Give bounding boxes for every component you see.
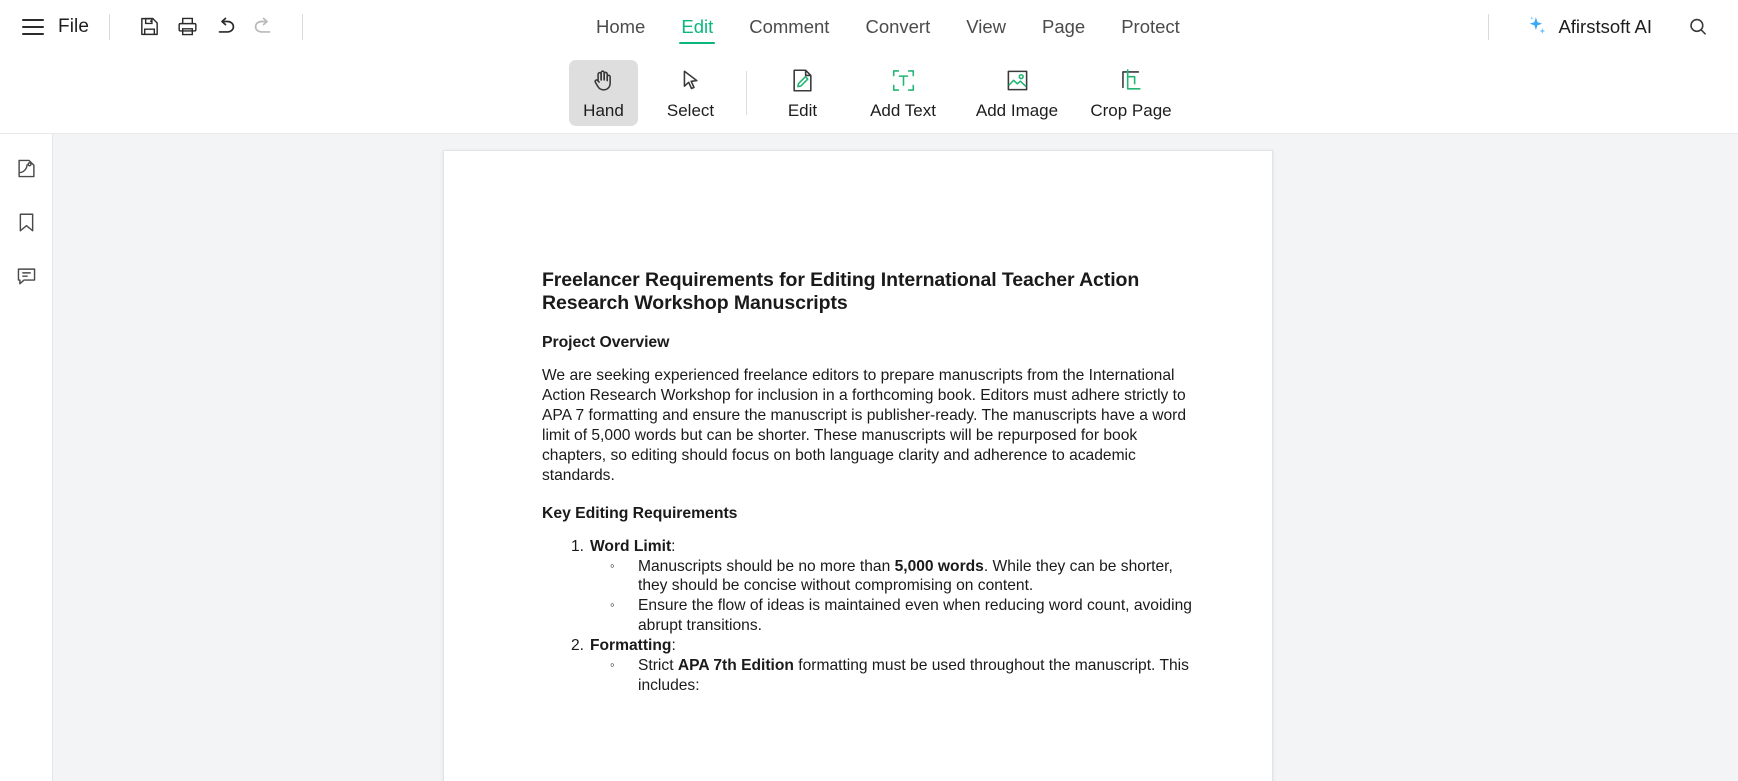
edit-toolbar: Hand Select Edit Add Text Add Image Crop… [0, 53, 1738, 134]
ai-label: Afirstsoft AI [1558, 15, 1652, 37]
divider [746, 71, 747, 115]
main-nav-tabs: Home Edit Comment Convert View Page Prot… [578, 0, 1198, 53]
file-menu-button[interactable]: File [58, 16, 89, 38]
edit-page-icon [789, 65, 816, 95]
tool-edit[interactable]: Edit [768, 60, 837, 126]
list-item-title: Word Limit [590, 537, 672, 555]
sub-list: ◦ Strict APA 7th Edition formatting must … [590, 656, 1204, 696]
list-number: 1. [570, 537, 584, 555]
doc-title: Freelancer Requirements for Editing Inte… [542, 269, 1140, 315]
tool-add-image[interactable]: Add Image [969, 60, 1065, 126]
add-image-icon [1004, 65, 1031, 95]
bullet-text-bold: 5,000 words [894, 557, 984, 575]
tab-convert[interactable]: Convert [847, 0, 948, 53]
tool-edit-label: Edit [787, 101, 818, 120]
sidebar-item-thumbnails[interactable] [8, 150, 44, 186]
tool-add-text[interactable]: Add Text [855, 60, 951, 126]
tool-add-image-label: Add Image [975, 101, 1059, 120]
crop-page-icon [1118, 65, 1145, 95]
bullet-text-pre: Strict [638, 656, 678, 674]
print-icon[interactable] [168, 8, 206, 46]
cursor-icon [677, 65, 704, 95]
heading-project-overview: Project Overview [542, 334, 670, 352]
tab-edit[interactable]: Edit [663, 0, 731, 53]
requirements-list: 1. Word Limit: ◦ Manuscripts should be no … [542, 537, 1204, 696]
tool-select-label: Select [666, 101, 715, 120]
tab-home[interactable]: Home [578, 0, 663, 53]
list-item: 1. Word Limit: ◦ Manuscripts should be no … [571, 537, 1204, 637]
tool-select[interactable]: Select [656, 60, 725, 126]
afirstsoft-ai-button[interactable]: Afirstsoft AI [1515, 10, 1660, 43]
list-item: ◦ Ensure the flow of ideas is maintained … [610, 596, 1204, 636]
header-left-group: File [0, 8, 323, 46]
tab-page[interactable]: Page [1024, 0, 1103, 53]
search-icon[interactable] [1682, 11, 1714, 43]
list-item: 2. Formatting: ◦ Strict APA 7th Edition fo… [571, 636, 1204, 696]
document-canvas[interactable]: Freelancer Requirements for Editing Inte… [53, 134, 1738, 781]
bullet-marker: ◦ [610, 597, 615, 613]
header-right-group: Afirstsoft AI [1468, 0, 1738, 53]
tool-hand-label: Hand [583, 101, 624, 120]
list-item-title: Formatting [590, 637, 672, 655]
tool-crop-page[interactable]: Crop Page [1083, 60, 1179, 126]
workspace: Freelancer Requirements for Editing Inte… [0, 134, 1738, 781]
tab-protect[interactable]: Protect [1103, 0, 1198, 53]
list-number: 2. [570, 637, 584, 655]
sparkle-icon [1523, 14, 1548, 39]
undo-icon[interactable] [206, 8, 244, 46]
redo-icon[interactable] [244, 8, 282, 46]
divider [302, 13, 304, 40]
heading-key-editing-requirements: Key Editing Requirements [542, 504, 738, 522]
bullet-text-bold: APA 7th Edition [677, 656, 794, 674]
tab-comment[interactable]: Comment [731, 0, 847, 53]
document-content: Freelancer Requirements for Editing Inte… [542, 269, 1204, 696]
tool-hand[interactable]: Hand [569, 60, 638, 126]
tool-group: Hand Select Edit Add Text Add Image Crop… [560, 53, 1188, 133]
hand-icon [590, 65, 617, 95]
page-1[interactable]: Freelancer Requirements for Editing Inte… [443, 150, 1273, 781]
list-item: ◦ Manuscripts should be no more than 5,00… [610, 557, 1204, 597]
hamburger-icon[interactable] [22, 18, 44, 35]
divider [109, 13, 111, 40]
list-item: ◦ Strict APA 7th Edition formatting must … [610, 656, 1204, 696]
sidebar-item-bookmarks[interactable] [8, 204, 44, 240]
save-icon[interactable] [130, 8, 168, 46]
sub-list: ◦ Manuscripts should be no more than 5,00… [590, 557, 1204, 637]
sidebar-item-comments[interactable] [8, 258, 44, 294]
app-header: File Home Edit Comment Convert View Page… [0, 0, 1738, 53]
bullet-marker: ◦ [610, 557, 615, 573]
tool-add-text-label: Add Text [870, 101, 936, 120]
add-text-icon [890, 65, 917, 95]
bullet-text-pre: Ensure the flow of ideas is maintained e… [638, 597, 1192, 635]
bullet-text-pre: Manuscripts should be no more than [638, 557, 895, 575]
bullet-marker: ◦ [610, 656, 615, 672]
divider [1488, 13, 1490, 40]
paragraph-overview: We are seeking experienced freelance edi… [542, 367, 1187, 484]
tab-view[interactable]: View [948, 0, 1024, 53]
left-sidebar [0, 134, 53, 781]
tool-crop-page-label: Crop Page [1090, 101, 1172, 120]
